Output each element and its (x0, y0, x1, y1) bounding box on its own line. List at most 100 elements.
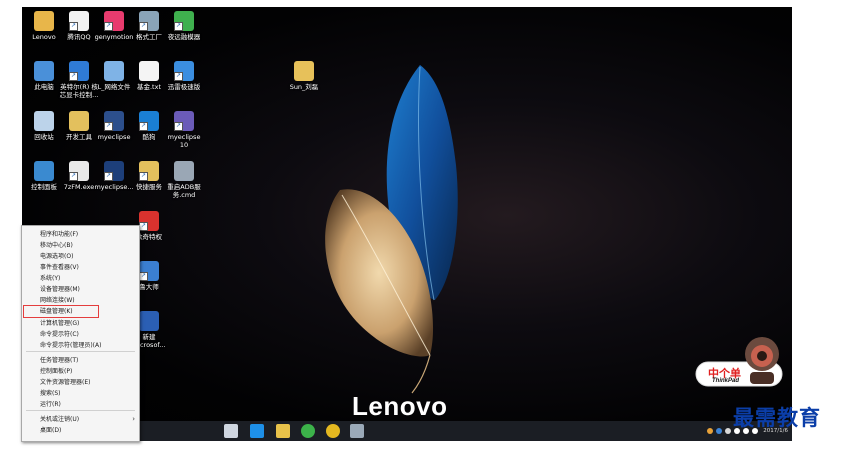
icon-thunder[interactable]: ↗ 迅雷极速版 (164, 61, 204, 91)
format-factory-taskbar-icon[interactable] (350, 424, 364, 438)
icon-tencent-qq-image: ↗ (69, 11, 89, 31)
edge-icon[interactable] (250, 424, 264, 438)
icon-myeclipse-10[interactable]: ↗ myeclipse 10 (164, 111, 204, 149)
icon-this-pc[interactable]: 此电脑 (24, 61, 64, 91)
menu-item-15[interactable]: 运行(R) (22, 399, 139, 410)
icon-driver-tool[interactable]: ↗ 英特尔(R) 核芯显卡控制... (59, 61, 99, 99)
shortcut-arrow-icon: ↗ (174, 22, 183, 31)
icon-label: myeclipse (167, 133, 201, 141)
icon-label: 回收站 (34, 133, 54, 141)
icon-label: 控制面板 (31, 183, 57, 191)
icon-label: 7zFM.exe (63, 183, 95, 191)
icon-sun-folder[interactable]: Sun_刘磊 (284, 61, 324, 91)
menu-item-11[interactable]: 任务管理器(T) (22, 355, 139, 366)
menu-item-12[interactable]: 控制面板(P) (22, 366, 139, 377)
icon-l-file[interactable]: L_网络文件 (94, 61, 134, 91)
icon-label: L_网络文件 (97, 83, 131, 91)
menu-item-label: 系统(Y) (40, 275, 61, 282)
menu-item-14[interactable]: 搜索(S) (22, 388, 139, 399)
menu-item-8[interactable]: 计算机管理(G) (22, 318, 139, 329)
icon-label: 重启ADB服 (167, 183, 201, 191)
menu-item-label: 命令提示符(C) (40, 331, 79, 338)
shortcut-arrow-icon: ↗ (104, 122, 113, 131)
menu-item-13[interactable]: 文件资源管理器(E) (22, 377, 139, 388)
menu-item-6[interactable]: 网络连接(W) (22, 295, 139, 306)
lenovo-logo: Lenovo (352, 391, 448, 421)
icon-dev-tools[interactable]: 开发工具 (59, 111, 99, 141)
yellow-app-icon[interactable] (326, 424, 340, 438)
icon-myeclipse[interactable]: ↗ myeclipse (94, 111, 134, 141)
menu-separator (26, 351, 135, 352)
icon-driver-tool-image: ↗ (69, 61, 89, 81)
icon-myeclipse-me[interactable]: ↗ myeclipse... (94, 161, 134, 191)
icon-thunder-image: ↗ (174, 61, 194, 81)
icon-label: Sun_刘磊 (289, 83, 319, 91)
menu-item-label: 设备管理器(M) (40, 286, 80, 293)
file-explorer-icon[interactable] (276, 424, 290, 438)
tray-icon[interactable] (716, 428, 723, 434)
icon-label-line2: 务.cmd (172, 191, 196, 199)
menu-item-label: 控制面板(P) (40, 368, 73, 375)
icon-restart-adb[interactable]: 重启ADB服 务.cmd (164, 161, 204, 199)
menu-item-label: 关机或注销(U) (40, 416, 80, 423)
icon-control-panel[interactable]: 控制面板 (24, 161, 64, 191)
icon-7zfm[interactable]: ↗ 7zFM.exe (59, 161, 99, 191)
icon-label: 格式工厂 (136, 33, 162, 41)
icon-7zfm-image: ↗ (69, 161, 89, 181)
shortcut-arrow-icon: ↗ (139, 172, 148, 181)
shortcut-arrow-icon: ↗ (139, 272, 148, 281)
menu-item-label: 运行(R) (40, 401, 61, 408)
shortcut-arrow-icon: ↗ (104, 22, 113, 31)
icon-myeclipse-image: ↗ (104, 111, 124, 131)
menu-item-9[interactable]: 命令提示符(C) (22, 329, 139, 340)
icon-label: Lenovo (32, 33, 56, 41)
tray-icon[interactable] (707, 428, 714, 434)
shortcut-arrow-icon: ↗ (174, 122, 183, 131)
icon-l-file-image (104, 61, 124, 81)
icon-emulator[interactable]: ↗ 夜远融模器 (164, 11, 204, 41)
menu-item-1[interactable]: 移动中心(B) (22, 240, 139, 251)
icon-dev-tools-image (69, 111, 89, 131)
menu-item-0[interactable]: 程序和功能(F) (22, 229, 139, 240)
shortcut-arrow-icon: ↗ (69, 22, 78, 31)
menu-item-4[interactable]: 系统(Y) (22, 273, 139, 284)
menu-item-label: 文件资源管理器(E) (40, 379, 91, 386)
shortcut-arrow-icon: ↗ (139, 22, 148, 31)
icon-note-txt[interactable]: 基金.txt (129, 61, 169, 91)
icon-quick-service[interactable]: ↗ 快捷服务 (129, 161, 169, 191)
icon-control-panel-image (34, 161, 54, 181)
icon-genymotion[interactable]: ↗ genymotion (94, 11, 134, 41)
icon-tencent-qq[interactable]: ↗ 腾讯QQ (59, 11, 99, 41)
icon-label: 开发工具 (66, 133, 92, 141)
shortcut-arrow-icon: ↗ (69, 172, 78, 181)
icon-ludashi-image: ↗ (139, 261, 159, 281)
icon-quick-service-image: ↗ (139, 161, 159, 181)
icon-format-factory[interactable]: ↗ 格式工厂 (129, 11, 169, 41)
task-view-icon[interactable] (224, 424, 238, 438)
icon-label-line2: 芯显卡控制... (59, 91, 99, 99)
icon-recycle-bin[interactable]: 回收站 (24, 111, 64, 141)
menu-item-label: 桌面(D) (40, 427, 62, 434)
menu-item-7[interactable]: 磁盘管理(K) (23, 305, 99, 318)
menu-item-label: 移动中心(B) (40, 242, 73, 249)
icon-lenovo[interactable]: Lenovo (24, 11, 64, 41)
icon-recycle-bin-image (34, 111, 54, 131)
menu-item-label: 任务管理器(T) (40, 357, 79, 364)
icon-myeclipse-10-image: ↗ (174, 111, 194, 131)
menu-item-16[interactable]: 关机或注销(U) › (22, 414, 139, 425)
menu-item-3[interactable]: 事件查看器(V) (22, 262, 139, 273)
menu-item-5[interactable]: 设备管理器(M) (22, 284, 139, 295)
icon-restart-adb-image (174, 161, 194, 181)
menu-item-17[interactable]: 桌面(D) (22, 425, 139, 436)
shortcut-arrow-icon: ↗ (104, 172, 113, 181)
icon-word-doc-image (139, 311, 159, 331)
menu-item-2[interactable]: 电源选项(O) (22, 251, 139, 262)
icon-format-factory-image: ↗ (139, 11, 159, 31)
menu-item-10[interactable]: 命令提示符(管理员)(A) (22, 340, 139, 351)
green-app-icon[interactable] (301, 424, 315, 438)
submenu-arrow-icon: › (132, 415, 135, 423)
menu-item-label: 命令提示符(管理员)(A) (40, 342, 102, 349)
menu-separator (26, 410, 135, 411)
icon-kugou[interactable]: ↗ 酷狗 (129, 111, 169, 141)
tray-icon[interactable] (725, 428, 732, 434)
